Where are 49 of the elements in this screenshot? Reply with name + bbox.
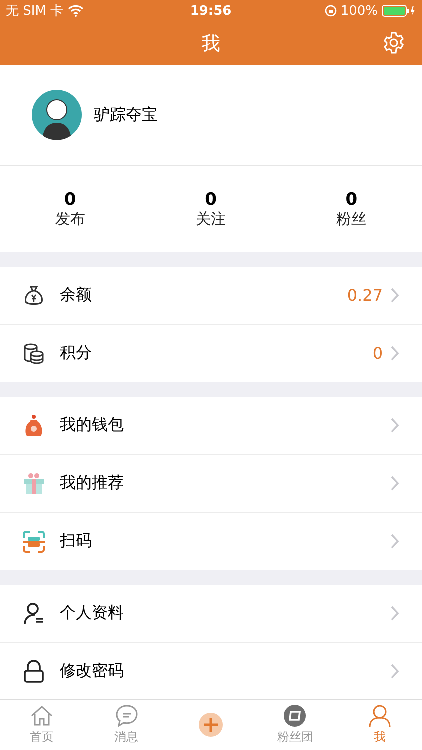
menu-row[interactable]: 个人资料 <box>0 585 422 643</box>
status-time: 19:56 <box>190 4 232 18</box>
menu-row[interactable]: 扫码 <box>0 513 422 570</box>
home-icon <box>30 704 54 728</box>
chat-bubble-icon <box>114 704 139 728</box>
add-icon <box>199 713 224 737</box>
menu-value: 0.27 <box>347 286 383 305</box>
chevron-icon <box>391 346 400 361</box>
battery-percent: 100% <box>340 4 378 18</box>
lock-icon <box>22 660 46 684</box>
chevron-icon <box>391 288 400 303</box>
chevron-icon <box>391 664 400 679</box>
menu-row[interactable]: 我的钱包 <box>0 397 422 455</box>
menu-label: 修改密码 <box>60 661 125 682</box>
menu-row[interactable]: 修改密码 <box>0 643 422 700</box>
stat-label[interactable]: 粉丝 <box>336 210 367 228</box>
gift-icon <box>22 472 46 496</box>
user-name: 驴踪夺宝 <box>94 104 158 126</box>
menu-label: 扫码 <box>60 531 93 552</box>
stat-count[interactable]: 0 <box>205 190 217 210</box>
carrier-text: 无 SIM 卡 <box>6 3 64 20</box>
user-icon <box>368 704 392 728</box>
menu-label: 我的钱包 <box>60 415 125 436</box>
menu-row[interactable]: 积分 0 <box>0 325 422 382</box>
coin-stack-icon <box>22 342 46 366</box>
chevron-icon <box>391 418 400 433</box>
menu-label: 我的推荐 <box>60 473 125 494</box>
rotation-lock-icon <box>324 5 337 17</box>
stat-label[interactable]: 发布 <box>55 210 86 228</box>
person-icon <box>22 602 46 626</box>
stat-label[interactable]: 关注 <box>196 210 226 228</box>
menu-label: 积分 <box>60 343 93 364</box>
avatar[interactable] <box>32 90 82 140</box>
chevron-icon <box>391 534 400 549</box>
menu-label: 余额 <box>60 285 93 306</box>
menu-row[interactable]: 我的推荐 <box>0 455 422 513</box>
menu-label: 个人资料 <box>60 603 125 624</box>
stat-count[interactable]: 0 <box>64 190 76 210</box>
chevron-icon <box>391 476 400 491</box>
scan-icon <box>22 530 46 554</box>
money-bag-icon <box>22 284 46 308</box>
stat-count[interactable]: 0 <box>346 190 358 210</box>
page-title: 我 <box>202 32 220 56</box>
battery-icon <box>382 5 416 17</box>
menu-row[interactable]: 余额 0.27 <box>0 267 422 325</box>
settings-icon[interactable] <box>382 31 406 55</box>
menu-value: 0 <box>372 344 383 363</box>
chevron-icon <box>391 606 400 621</box>
wifi-icon <box>68 5 84 17</box>
